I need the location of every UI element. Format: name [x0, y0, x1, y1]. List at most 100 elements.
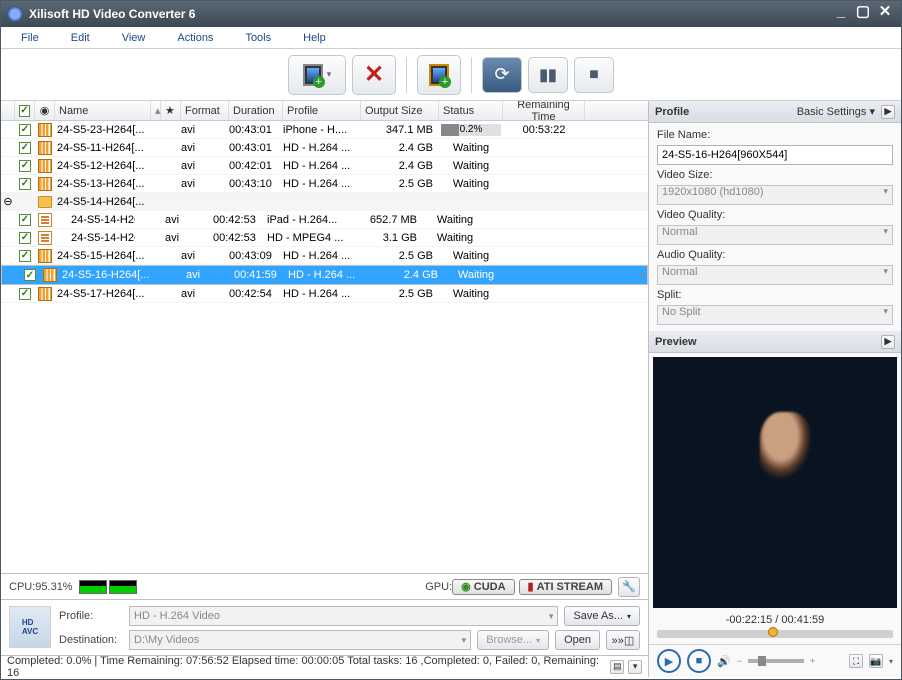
row-checkbox[interactable]: ✓ [19, 214, 31, 226]
row-checkbox[interactable]: ✓ [19, 124, 31, 136]
snapshot-button[interactable]: 📷 [869, 654, 883, 668]
profile-combo[interactable]: HD - H.264 Video [129, 606, 558, 626]
row-name: 24-S5-23-H264[... [55, 124, 151, 136]
menu-view[interactable]: View [114, 29, 170, 47]
browse-button[interactable]: Browse...▾ [477, 630, 549, 650]
row-size: 3.1 GB [345, 232, 423, 244]
menu-edit[interactable]: Edit [63, 29, 114, 47]
status-bar: Completed: 0.0% | Time Remaining: 07:56:… [1, 655, 648, 677]
col-star[interactable]: ★ [161, 101, 181, 120]
col-output-size[interactable]: Output Size [361, 101, 439, 120]
video-size-select[interactable]: 1920x1080 (hd1080) [657, 185, 893, 205]
cuda-badge[interactable]: ◉CUDA [452, 579, 514, 595]
save-as-button[interactable]: Save As...▾ [564, 606, 640, 626]
col-duration[interactable]: Duration [229, 101, 283, 120]
row-duration: 00:42:01 [229, 160, 283, 172]
row-name: 24-S5-16-H264[... [60, 269, 156, 281]
row-checkbox[interactable]: ✓ [19, 232, 31, 244]
table-row[interactable]: ✓24-S5-16-H264[...avi00:41:59HD - H.264 … [1, 265, 648, 285]
gpu-settings-button[interactable]: 🔧 [618, 577, 640, 597]
table-row[interactable]: ✓24-S5-17-H264[...avi00:42:54HD - H.264 … [1, 285, 648, 303]
row-checkbox[interactable]: ✓ [19, 142, 31, 154]
row-format: avi [165, 232, 213, 244]
table-row[interactable]: ⊖24-S5-14-H264[... [1, 193, 648, 211]
table-row[interactable]: ✓24-S5-15-H264[...avi00:43:09HD - H.264 … [1, 247, 648, 265]
file-name-label: File Name: [657, 129, 893, 141]
menu-actions[interactable]: Actions [169, 29, 237, 47]
row-status: 0.2% [439, 124, 503, 136]
preview-expand-button[interactable]: ▶ [881, 335, 895, 349]
row-profile: HD - H.264 ... [283, 178, 361, 190]
remove-button[interactable]: ✕ [352, 55, 396, 95]
stop-preview-button[interactable]: ■ [687, 649, 711, 673]
task-list[interactable]: ✓ ◉ Name ▴ ★ Format Duration Profile Out… [1, 101, 648, 573]
close-button[interactable]: ✕ [875, 5, 895, 23]
menu-help[interactable]: Help [295, 29, 350, 47]
col-format[interactable]: Format [181, 101, 229, 120]
menu-tools[interactable]: Tools [237, 29, 295, 47]
table-row[interactable]: ✓24-S5-11-H264[...avi00:43:01HD - H.264 … [1, 139, 648, 157]
split-select[interactable]: No Split [657, 305, 893, 325]
volume-slider[interactable] [748, 659, 804, 663]
toolbar: +▾ ✕ + ⟳ ▮▮ ■ [1, 49, 901, 101]
stop-button[interactable]: ■ [574, 57, 614, 93]
row-checkbox[interactable]: ✓ [19, 178, 31, 190]
menubar: File Edit View Actions Tools Help [1, 27, 901, 49]
menu-file[interactable]: File [13, 29, 63, 47]
row-checkbox[interactable]: ✓ [19, 250, 31, 262]
basic-settings-dropdown[interactable]: Basic Settings ▾ [797, 105, 875, 118]
row-duration: 00:43:01 [229, 124, 283, 136]
maximize-button[interactable]: ▢ [853, 5, 873, 23]
seek-slider[interactable] [657, 630, 893, 638]
table-row[interactable]: ✓24-S5-23-H264[...avi00:43:01iPhone - H.… [1, 121, 648, 139]
row-checkbox[interactable]: ✓ [24, 269, 36, 281]
profile-expand-button[interactable]: ▶ [881, 105, 895, 119]
preview-video[interactable] [653, 357, 897, 608]
split-label: Split: [657, 289, 893, 301]
play-button[interactable]: ▶ [657, 649, 681, 673]
row-profile: HD - H.264 ... [283, 160, 361, 172]
pause-button[interactable]: ▮▮ [528, 57, 568, 93]
row-name: 24-S5-11-H264[... [55, 142, 151, 154]
file-name-input[interactable] [657, 145, 893, 165]
row-format: avi [165, 214, 213, 226]
video-size-label: Video Size: [657, 169, 893, 181]
destination-combo[interactable]: D:\My Videos [129, 630, 471, 650]
audio-quality-select[interactable]: Normal [657, 265, 893, 285]
status-text: Completed: 0.0% | Time Remaining: 07:56:… [7, 655, 602, 679]
expand-toggle[interactable]: ⊖ [1, 195, 15, 208]
col-profile[interactable]: Profile [283, 101, 361, 120]
file-type-icon [35, 249, 55, 263]
file-type-icon [40, 268, 60, 282]
col-name[interactable]: Name [55, 101, 151, 120]
row-size: 2.4 GB [366, 269, 444, 281]
add-profile-button[interactable]: + [417, 55, 461, 95]
table-row[interactable]: ✓24-S5-12-H264[...avi00:42:01HD - H.264 … [1, 157, 648, 175]
fullscreen-button[interactable]: ⛶ [849, 654, 863, 668]
row-status: Waiting [423, 214, 487, 226]
profile-panel-header: Profile Basic Settings ▾ ▶ [649, 101, 901, 123]
table-row[interactable]: ✓24-S5-13-H264[...avi00:43:10HD - H.264 … [1, 175, 648, 193]
log-button[interactable]: ▤ [610, 660, 624, 674]
convert-button[interactable]: ⟳ [482, 57, 522, 93]
minimize-button[interactable]: _ [831, 5, 851, 23]
col-status[interactable]: Status [439, 101, 503, 120]
row-checkbox[interactable]: ✓ [19, 160, 31, 172]
volume-icon[interactable]: 🔊 [717, 655, 731, 668]
collapse-status-button[interactable]: ▾ [628, 660, 642, 674]
col-remaining[interactable]: Remaining Time [503, 101, 585, 120]
export-button[interactable]: »»◫ [606, 630, 640, 650]
video-quality-select[interactable]: Normal [657, 225, 893, 245]
table-row[interactable]: ✓24-S5-14-H264[...avi00:42:53iPad - H.26… [1, 211, 648, 229]
titlebar[interactable]: Xilisoft HD Video Converter 6 _ ▢ ✕ [1, 1, 901, 27]
add-file-button[interactable]: +▾ [288, 55, 346, 95]
file-type-icon [35, 159, 55, 173]
row-status: Waiting [439, 160, 503, 172]
ati-stream-badge[interactable]: ▮ATI STREAM [519, 579, 612, 595]
open-button[interactable]: Open [555, 630, 600, 650]
video-quality-label: Video Quality: [657, 209, 893, 221]
select-all-checkbox[interactable]: ✓ [19, 105, 30, 117]
row-checkbox[interactable]: ✓ [19, 288, 31, 300]
table-row[interactable]: ✓24-S5-14-H264[...avi00:42:53HD - MPEG4 … [1, 229, 648, 247]
row-duration: 00:43:09 [229, 250, 283, 262]
